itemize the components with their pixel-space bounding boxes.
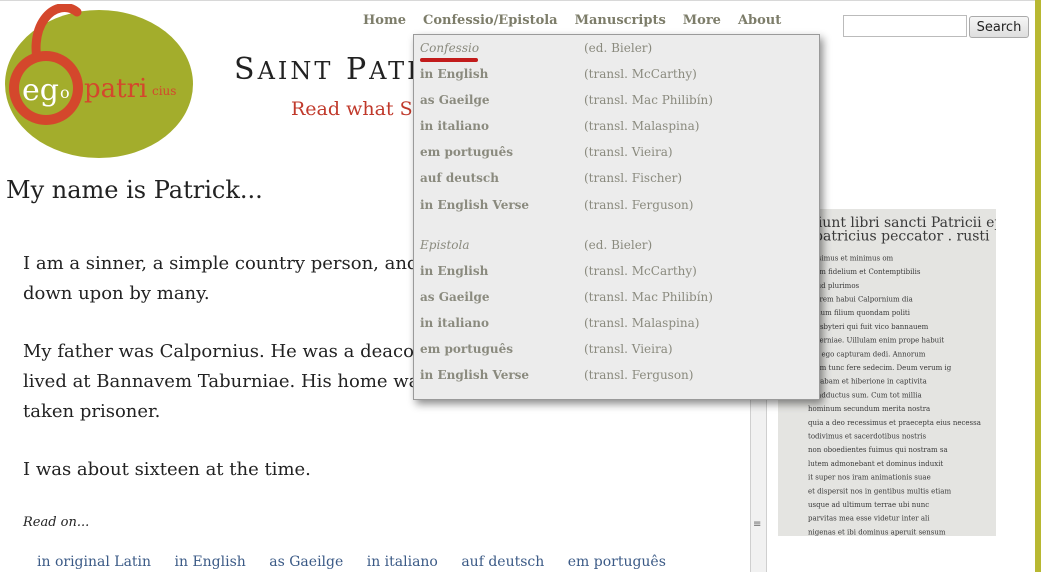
link-original-latin[interactable]: in original Latin xyxy=(37,554,151,570)
dropdown-item-translator: (transl. McCarthy) xyxy=(584,264,697,278)
nav-manuscripts[interactable]: Manuscripts xyxy=(575,13,666,28)
dropdown-item[interactable]: as Gaeilge (transl. Mac Philibín) xyxy=(420,290,815,312)
manuscript-line: ubi ego capturam dedi. Annorum xyxy=(808,350,926,358)
link-deutsch[interactable]: auf deutsch xyxy=(461,554,544,570)
dropdown-item-label[interactable]: as Gaeilge xyxy=(420,93,490,107)
manuscript-line: conum filium quondam politi xyxy=(808,309,911,317)
dropdown-item-translator: (transl. Vieira) xyxy=(584,342,673,356)
site-title-rest-aint: AINT xyxy=(257,57,334,85)
read-on-label: Read on... xyxy=(23,515,90,530)
dropdown-item-label[interactable]: in English Verse xyxy=(420,198,529,212)
dropdown-item-translator: (transl. Ferguson) xyxy=(584,198,694,212)
manuscript-line: hominum secundum merita nostra xyxy=(808,405,930,413)
manuscript-line: taberniae. Uillulam enim prope habuit xyxy=(808,337,944,345)
paragraph-2-line-3: taken prisoner. xyxy=(23,401,161,422)
site-title-cap-s: S xyxy=(234,52,258,87)
dropdown-item-translator: (transl. Vieira) xyxy=(584,145,673,159)
dropdown-item-label[interactable]: in English Verse xyxy=(420,368,529,382)
manuscript-line: lutem admonebant et dominus induxit xyxy=(808,460,943,468)
manuscript-line: te adductus sum. Cum tot millia xyxy=(808,391,922,399)
nav-home[interactable]: Home xyxy=(363,13,406,28)
ego-patricius-logo[interactable]: eg o patri cius xyxy=(2,4,195,159)
language-links: in original Latin in English as Gaeilge … xyxy=(37,554,685,570)
manuscript-line: et dispersit nos in gentibus multis etia… xyxy=(808,487,951,495)
manuscript-line: it super nos iram animationis suae xyxy=(808,474,931,482)
nav-more[interactable]: More xyxy=(683,13,721,28)
page-title: My name is Patrick... xyxy=(6,176,263,204)
dropdown-item-translator: (transl. Mac Philibín) xyxy=(584,93,713,107)
dropdown-item-label[interactable]: auf deutsch xyxy=(420,171,499,185)
nav-about[interactable]: About xyxy=(738,13,781,28)
manuscript-line: todivimus et sacerdotibus nostris xyxy=(808,433,927,441)
manuscript-line: norabam et hiberione in captivita xyxy=(808,378,927,386)
dropdown-heading-label[interactable]: Confessio xyxy=(420,41,479,55)
manuscript-line: quia a deo recessimus et praecepta eius … xyxy=(808,419,981,427)
dropdown-item[interactable]: em português (transl. Vieira) xyxy=(420,145,815,167)
dropdown-item-label[interactable]: in italiano xyxy=(420,316,489,330)
dropdown-item-translator: (transl. Fischer) xyxy=(584,171,683,185)
paragraph-3-line-1: I was about sixteen at the time. xyxy=(23,459,311,480)
site-title: SAINT PATRI xyxy=(234,52,441,87)
link-gaeilge[interactable]: as Gaeilge xyxy=(269,554,343,570)
dropdown-item-label[interactable]: as Gaeilge xyxy=(420,290,490,304)
column-splitter[interactable]: ≡ xyxy=(750,372,767,572)
manuscript-line: nium fidelium et Contemptibilis xyxy=(808,268,921,276)
manuscript-line: presbyteri qui fuit vico bannauem xyxy=(808,323,929,331)
manuscript-line: patrem habui Calpornium dia xyxy=(808,296,913,304)
dropdown-item[interactable]: Epistola (ed. Bieler) xyxy=(420,238,815,260)
manuscript-line: parvitas mea esse videtur inter ali xyxy=(808,515,930,523)
paragraph-2-line-2: lived at Bannavem Taburniae. His home wa… xyxy=(23,371,429,392)
dropdown-item-translator: (ed. Bieler) xyxy=(584,238,653,252)
paragraph-2-line-1: My father was Calpornius. He was a deaco… xyxy=(23,341,449,362)
paragraph-1-line-2: down upon by many. xyxy=(23,283,210,304)
dropdown-heading-label[interactable]: Epistola xyxy=(420,238,469,252)
dropdown-item-label[interactable]: em português xyxy=(420,145,513,159)
top-border xyxy=(0,0,1035,1)
dropdown-item-translator: (transl. Ferguson) xyxy=(584,368,694,382)
dropdown-item[interactable]: in italiano (transl. Malaspina) xyxy=(420,119,815,141)
paragraph-1: I am a sinner, a simple country person, … xyxy=(23,249,443,309)
main-nav: Home Confessio/Epistola Manuscripts More… xyxy=(363,13,798,28)
logo-cius-text: cius xyxy=(152,84,176,98)
paragraph-1-line-1: I am a sinner, a simple country person, … xyxy=(23,253,443,274)
dropdown-item[interactable]: auf deutsch (transl. Fischer) xyxy=(420,171,815,193)
dropdown-item-translator: (transl. Mac Philibín) xyxy=(584,290,713,304)
manuscript-line: usque ad ultimum terrae ubi nunc xyxy=(808,501,929,509)
dropdown-item-label[interactable]: in English xyxy=(420,264,488,278)
manuscript-line: eram tunc fere sedecim. Deum verum ig xyxy=(808,364,952,372)
confessio-epistola-dropdown: Confessio (ed. Bieler) in English (transl. … xyxy=(413,34,820,400)
dropdown-item[interactable]: em português (transl. Vieira) xyxy=(420,342,815,364)
logo-ego-text: eg xyxy=(22,73,59,108)
dropdown-item-label[interactable]: in English xyxy=(420,67,488,81)
dropdown-item-label[interactable]: in italiano xyxy=(420,119,489,133)
active-underline-marker xyxy=(420,58,478,62)
link-portugues[interactable]: em português xyxy=(568,554,666,570)
dropdown-item-translator: (transl. Malaspina) xyxy=(584,119,700,133)
manuscript-line: cissimus et minimus om xyxy=(808,254,894,262)
search-input[interactable] xyxy=(843,15,967,37)
dropdown-item-translator: (transl. McCarthy) xyxy=(584,67,697,81)
link-italiano[interactable]: in italiano xyxy=(367,554,438,570)
site-title-cap-p: P xyxy=(345,52,370,87)
dropdown-item[interactable]: in English Verse (transl. Ferguson) xyxy=(420,368,815,390)
dropdown-item[interactable]: as Gaeilge (transl. Mac Philibín) xyxy=(420,93,815,115)
search-button[interactable]: Search xyxy=(969,16,1029,38)
paragraph-3: I was about sixteen at the time. xyxy=(23,455,311,485)
dropdown-item[interactable]: Confessio (ed. Bieler) xyxy=(420,41,815,63)
manuscript-line: nigenas et ibi dominus aperuit sensum xyxy=(808,528,946,536)
paragraph-2: My father was Calpornius. He was a deaco… xyxy=(23,337,449,427)
dropdown-item[interactable]: in English (transl. McCarthy) xyxy=(420,264,815,286)
dropdown-item[interactable]: in English Verse (transl. Ferguson) xyxy=(420,198,815,220)
splitter-grip-icon: ≡ xyxy=(753,519,762,530)
logo-patri-text: patri xyxy=(84,74,147,104)
link-english[interactable]: in English xyxy=(175,554,246,570)
logo-o-text: o xyxy=(60,83,70,102)
nav-confessio-epistola[interactable]: Confessio/Epistola xyxy=(423,13,558,28)
dropdown-item-translator: (transl. Malaspina) xyxy=(584,316,700,330)
dropdown-item-label[interactable]: em português xyxy=(420,342,513,356)
dropdown-item[interactable]: in English (transl. McCarthy) xyxy=(420,67,815,89)
dropdown-item-translator: (ed. Bieler) xyxy=(584,41,653,55)
dropdown-item[interactable]: in italiano (transl. Malaspina) xyxy=(420,316,815,338)
manuscript-line: non oboedientes fuimus qui nostram sa xyxy=(808,446,948,454)
